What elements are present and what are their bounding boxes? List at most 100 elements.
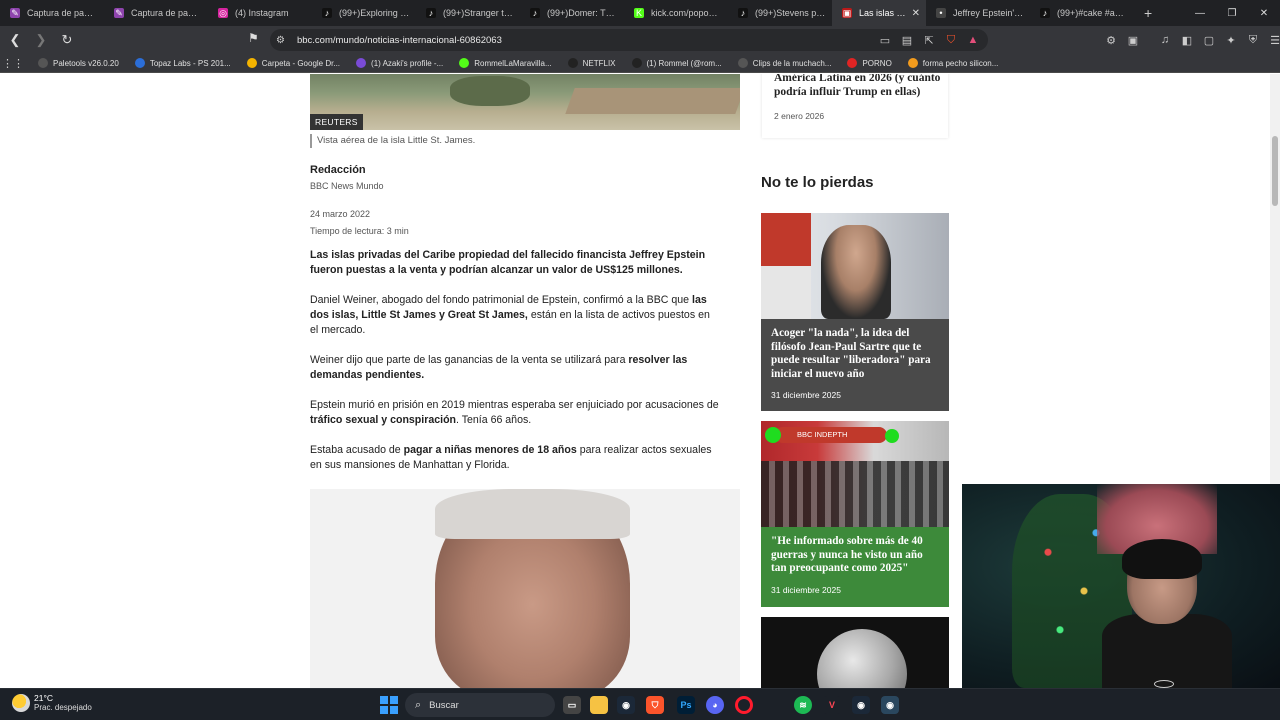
weather-widget[interactable]: 21°C Prac. despejado	[12, 693, 92, 712]
tab-favicon-icon: ✎	[114, 8, 124, 18]
bookmark-item[interactable]: NETFLIX	[567, 58, 616, 68]
maximize-button[interactable]: ❐	[1216, 0, 1248, 26]
vpn-icon[interactable]: ⛨	[1242, 34, 1264, 47]
extensions-icon[interactable]: ⚙	[1100, 34, 1122, 47]
discord-icon[interactable]: ◕	[706, 696, 724, 714]
article-date: 24 marzo 2022	[310, 209, 371, 219]
bookmark-item[interactable]: Clips de la muchach...	[737, 58, 831, 68]
site-info-icon[interactable]: ⚙	[276, 35, 285, 46]
tab-favicon-icon: ♪	[322, 8, 332, 18]
file-explorer-icon[interactable]	[590, 696, 608, 714]
url-text: bbc.com/mundo/noticias-internacional-608…	[296, 34, 502, 46]
forward-icon[interactable]: ❯	[30, 29, 52, 51]
spotify-icon[interactable]: ≋	[794, 696, 812, 714]
menu-icon[interactable]: ☰	[1264, 34, 1280, 47]
reader-icon[interactable]: ▤	[896, 34, 918, 47]
bookmark-label: Topaz Labs - PS 201...	[149, 58, 231, 68]
new-tab-button[interactable]: +	[1144, 5, 1152, 21]
promo-card-title: "He informado sobre más de 40 guerras y …	[771, 535, 923, 574]
brave-icon[interactable]: ⛉	[646, 696, 664, 714]
minimize-button[interactable]: —	[1184, 0, 1216, 26]
promo-card-date: 31 diciembre 2025	[771, 584, 841, 595]
reload-icon[interactable]: ↻	[56, 29, 78, 51]
task-view-icon[interactable]: ▭	[563, 696, 581, 714]
browser-tab[interactable]: ♪ (99+)#cake #assist	[1030, 0, 1134, 26]
cast-icon[interactable]: ▭	[874, 34, 896, 47]
weather-desc: Prac. despejado	[34, 703, 92, 712]
bookmark-item[interactable]: PORNO	[847, 58, 892, 68]
tab-label: (99+)Stevens privat	[755, 8, 826, 18]
photo-credit: REUTERS	[310, 114, 363, 130]
photoshop-icon[interactable]: Ps	[677, 696, 695, 714]
close-window-button[interactable]: ✕	[1248, 0, 1280, 26]
bookmark-item[interactable]: (1) Azaki's profile -...	[356, 58, 443, 68]
promo-card[interactable]: Acoger "la nada", la idea del filósofo J…	[761, 213, 949, 411]
bookmark-item[interactable]: Carpeta - Google Dr...	[246, 58, 340, 68]
tab-favicon-icon: ◎	[218, 8, 228, 18]
scroll-thumb[interactable]	[1272, 136, 1278, 206]
promo-card[interactable]: BBC INDEPTH "He informado sobre más de 4…	[761, 421, 949, 607]
related-card-title: América Latina en 2026 (y cuánto podría …	[774, 74, 941, 98]
tab-label: Jeffrey Epstein's tw	[953, 8, 1024, 18]
windows-start-icon[interactable]	[380, 696, 398, 714]
tab-close-icon[interactable]: ✕	[912, 8, 920, 19]
bookmark-label: Paletools v26.0.20	[53, 58, 119, 68]
tab-label: (4) Instagram	[235, 8, 289, 18]
browser-tab[interactable]: ✎ Captura de pantalla	[104, 0, 208, 26]
promo-card-image	[761, 213, 949, 319]
apps-icon[interactable]: ⋮⋮	[0, 57, 26, 70]
bookmark-favicon-icon	[356, 58, 367, 68]
brave-shield-icon[interactable]: ⛉	[940, 34, 962, 47]
wallet2-icon[interactable]: ▢	[1198, 34, 1220, 47]
bookmark-favicon-icon	[134, 58, 145, 68]
weather-temp: 21°C	[34, 693, 53, 703]
bookmark-item[interactable]: RommelLaMaravilla...	[459, 58, 552, 68]
bookmark-favicon-icon	[38, 58, 48, 68]
back-icon[interactable]: ❮	[4, 29, 26, 51]
browser-tab[interactable]: ✎ Captura de pantalla	[0, 0, 104, 26]
bookmark-item[interactable]: forma pecho silicon...	[907, 58, 999, 68]
promo-card[interactable]	[761, 617, 949, 688]
bookmark-favicon-icon	[246, 58, 257, 68]
bookmark-label: PORNO	[862, 58, 892, 68]
tab-favicon-icon: ✎	[10, 8, 20, 18]
leo-icon[interactable]: ✦	[1220, 34, 1242, 47]
browser-tab[interactable]: • Jeffrey Epstein's tw	[926, 0, 1030, 26]
valorant-icon[interactable]: V	[823, 696, 841, 714]
sidebar-heading: No te lo pierdas	[761, 174, 874, 191]
tab-favicon-icon: ♪	[426, 8, 436, 18]
rewards-icon[interactable]: ▲	[962, 34, 984, 46]
steam-3-icon[interactable]: ◉	[881, 696, 899, 714]
taskbar-search[interactable]: ⌕ Buscar	[405, 693, 555, 717]
bookmark-item[interactable]: Paletools v26.0.20	[38, 58, 119, 68]
browser-tab[interactable]: ♪ (99+)Exploring Fem	[312, 0, 416, 26]
share-icon[interactable]: ⇱	[918, 34, 940, 47]
browser-tab[interactable]: ◎ (4) Instagram	[208, 0, 312, 26]
bookmark-icon[interactable]: ⚑	[248, 31, 259, 45]
wallet-icon[interactable]: ▣	[1122, 34, 1144, 47]
opera-icon[interactable]	[735, 696, 753, 714]
bookmark-label: (1) Rommel (@rom...	[646, 58, 722, 68]
browser-tab[interactable]: ♪ (99+)Stranger thing	[416, 0, 520, 26]
bookmark-item[interactable]: Topaz Labs - PS 201...	[134, 58, 231, 68]
bookmark-item[interactable]: (1) Rommel (@rom...	[631, 58, 722, 68]
browser-tab[interactable]: ▣ Las islas privad ✕	[832, 0, 926, 26]
media-icon[interactable]: ♫	[1154, 34, 1176, 46]
tab-label: kick.com/popout/ro	[651, 8, 722, 18]
browser-tab[interactable]: ♪ (99+)Domer: The N	[520, 0, 624, 26]
steam-2-icon[interactable]: ◉	[852, 696, 870, 714]
body-paragraph: Epstein murió en prisión en 2019 mientra…	[310, 399, 719, 426]
read-time: Tiempo de lectura: 3 min	[310, 226, 409, 236]
steam-icon[interactable]: ◉	[617, 696, 635, 714]
sidebar-icon[interactable]: ◧	[1176, 34, 1198, 47]
bookmark-label: forma pecho silicon...	[922, 58, 999, 68]
bookmark-label: (1) Azaki's profile -...	[371, 58, 444, 68]
browser-tab[interactable]: ♪ (99+)Stevens privat	[728, 0, 832, 26]
browser-tab[interactable]: Kkick.com/popout/ro	[624, 0, 728, 26]
related-card[interactable]: América Latina en 2026 (y cuánto podría …	[762, 74, 948, 138]
bookmarks-bar: ⋮⋮ Paletools v26.0.20 Topaz Labs - PS 201…	[0, 54, 1280, 73]
author-org: BBC News Mundo	[310, 181, 384, 191]
bookmark-label: RommelLaMaravilla...	[474, 58, 552, 68]
bookmark-favicon-icon	[737, 58, 748, 68]
tab-label: (99+)Domer: The N	[547, 8, 618, 18]
